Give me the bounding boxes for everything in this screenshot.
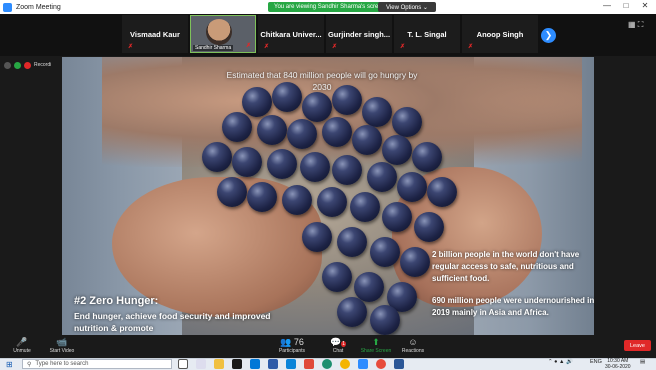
muted-mic-icon: ✗ bbox=[245, 43, 251, 49]
reactions-icon: ☺ bbox=[408, 337, 418, 347]
clock-date: 30-06-2020 bbox=[605, 364, 631, 370]
participant-name: Vismaad Kaur bbox=[130, 29, 180, 39]
view-options-button[interactable]: View Options ⌄ bbox=[378, 2, 436, 12]
participant-name: Sandhir Sharma bbox=[193, 45, 234, 51]
participant-tile[interactable]: Gurjinder singh... ✗ bbox=[326, 15, 392, 53]
slide-heading: #2 Zero Hunger: bbox=[74, 295, 159, 307]
muted-mic-icon: ✗ bbox=[400, 44, 406, 50]
muted-mic-icon: ✗ bbox=[264, 44, 270, 50]
chrome-icon[interactable] bbox=[340, 359, 350, 369]
layout-toggle-icon[interactable]: ▦ ⛶ bbox=[628, 20, 643, 30]
participants-icon: 👥 76 bbox=[280, 337, 304, 347]
slide-stat-text: 2 billion people in the world don't have… bbox=[432, 250, 580, 283]
system-tray-icons[interactable]: ⌃ ● ▲ 🔊 bbox=[548, 359, 573, 365]
participant-tile[interactable]: T. L. Singal ✗ bbox=[394, 15, 460, 53]
windows-start-icon[interactable]: ⊞ bbox=[6, 360, 15, 369]
participant-name: Chitkara Univer... bbox=[260, 29, 322, 39]
participants-button[interactable]: 👥 76 Participants bbox=[270, 337, 314, 354]
start-video-label: Start Video bbox=[49, 348, 75, 354]
language-indicator[interactable]: ENG bbox=[590, 359, 602, 365]
chat-badge: 1 bbox=[341, 341, 346, 347]
participant-tile[interactable]: Vismaad Kaur ✗ bbox=[122, 15, 188, 53]
notifications-icon[interactable]: ▤ bbox=[640, 359, 645, 365]
word-icon[interactable] bbox=[394, 359, 404, 369]
taskbar-clock[interactable]: 10:30 AM 30-06-2020 bbox=[605, 358, 631, 370]
dropbox-icon[interactable] bbox=[286, 359, 296, 369]
search-icon: ⚲ bbox=[27, 361, 32, 368]
screen-share-banner: You are viewing Sandhir Sharma's screen bbox=[268, 2, 391, 12]
edge-icon[interactable] bbox=[322, 359, 332, 369]
reactions-button[interactable]: ☺ Reactions bbox=[391, 337, 435, 354]
participant-video-face bbox=[206, 19, 232, 45]
muted-mic-icon: 🎤 bbox=[16, 337, 28, 347]
participants-label: Participants bbox=[278, 348, 306, 354]
recording-label: Recordi bbox=[34, 62, 52, 68]
unmute-button[interactable]: 🎤 Unmute bbox=[0, 337, 44, 354]
taskbar-search-placeholder: Type here to search bbox=[35, 361, 89, 367]
participant-name: T. L. Singal bbox=[407, 29, 447, 39]
participant-video-tile[interactable]: Sandhir Sharma ✗ bbox=[190, 15, 256, 53]
taskbar-search-input[interactable]: ⚲ Type here to search bbox=[22, 359, 172, 369]
record-icon bbox=[24, 61, 31, 69]
recording-indicator[interactable]: Recordi bbox=[4, 60, 51, 70]
app-icon[interactable] bbox=[376, 359, 386, 369]
zoom-taskbar-icon[interactable] bbox=[358, 359, 368, 369]
next-participants-arrow-icon[interactable]: ❯ bbox=[541, 28, 556, 43]
security-shield-icon[interactable] bbox=[14, 61, 21, 69]
zoom-app-icon bbox=[3, 2, 12, 12]
leave-button[interactable]: Leave bbox=[624, 340, 651, 351]
app-icon[interactable] bbox=[304, 359, 314, 369]
cortana-icon[interactable] bbox=[178, 359, 188, 369]
reactions-label: Reactions bbox=[401, 348, 425, 354]
start-video-button[interactable]: 📹 Start Video bbox=[40, 337, 84, 354]
window-title: Zoom Meeting bbox=[16, 3, 61, 11]
slide-subheading: End hunger, achieve food security and im… bbox=[74, 311, 271, 333]
participants-count: 76 bbox=[293, 337, 304, 347]
participant-tile[interactable]: Chitkara Univer... ✗ bbox=[258, 15, 324, 53]
file-explorer-icon[interactable] bbox=[214, 359, 224, 369]
muted-mic-icon: ✗ bbox=[128, 44, 134, 50]
maximize-icon[interactable]: □ bbox=[620, 1, 632, 10]
participant-name: Gurjinder singh... bbox=[327, 29, 391, 39]
unmute-label: Unmute bbox=[13, 348, 31, 354]
minimize-icon[interactable]: — bbox=[601, 1, 613, 10]
store-icon[interactable] bbox=[232, 359, 242, 369]
slide-stat-text: 690 million people were undernourished i… bbox=[432, 296, 594, 317]
slide-top-text: Estimated that 840 million people will g… bbox=[226, 70, 418, 92]
shared-screen-slide: Estimated that 840 million people will g… bbox=[62, 57, 594, 335]
participant-name: Anoop Singh bbox=[476, 29, 524, 39]
video-camera-icon: 📹 bbox=[56, 337, 68, 347]
task-view-icon[interactable] bbox=[196, 359, 206, 369]
info-icon[interactable] bbox=[4, 61, 11, 69]
app-icon[interactable] bbox=[268, 359, 278, 369]
muted-mic-icon: ✗ bbox=[332, 44, 338, 50]
muted-mic-icon: ✗ bbox=[468, 44, 474, 50]
participant-tile[interactable]: Anoop Singh ✗ bbox=[462, 15, 538, 53]
close-icon[interactable]: ✕ bbox=[639, 1, 651, 10]
mail-icon[interactable] bbox=[250, 359, 260, 369]
